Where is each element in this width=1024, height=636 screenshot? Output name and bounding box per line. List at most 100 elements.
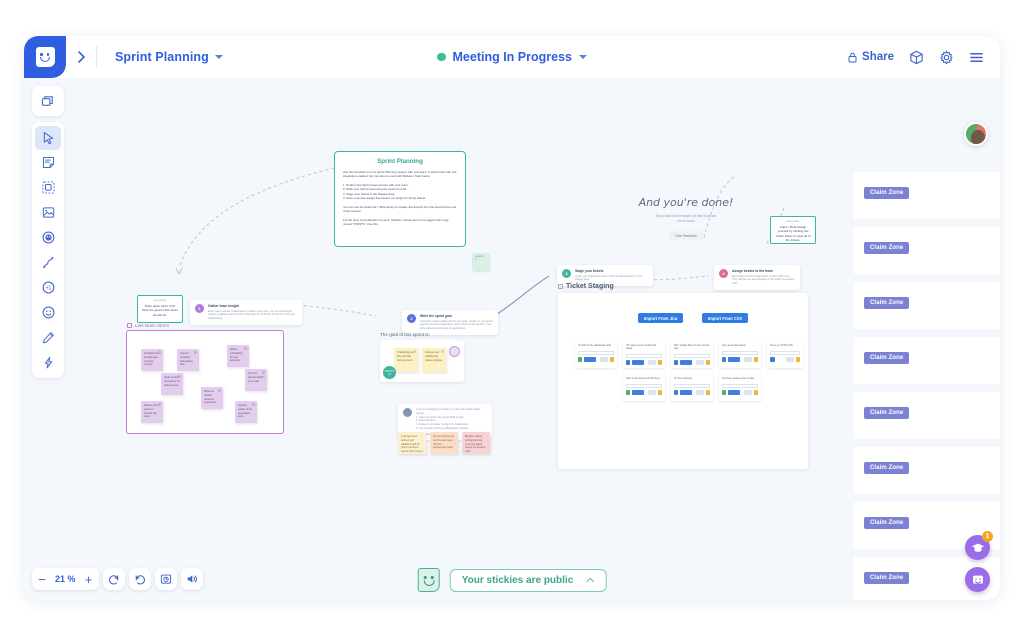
image-icon bbox=[42, 206, 55, 219]
pencil-icon bbox=[42, 331, 55, 344]
avatar-chip[interactable] bbox=[449, 346, 460, 357]
box-icon[interactable] bbox=[909, 50, 924, 65]
zoom-out-button[interactable]: − bbox=[32, 568, 52, 590]
give-feedback-button[interactable]: Give Feedback bbox=[669, 231, 702, 240]
ticket-card[interactable]: DEV: Update filters for the console logi… bbox=[671, 342, 713, 368]
sticky-note[interactable]: Reduce time spent on manual QA steps bbox=[141, 401, 163, 423]
status-dot-icon bbox=[437, 53, 446, 62]
zoom-level-value[interactable]: 21 % bbox=[52, 574, 79, 584]
zoom-in-button[interactable]: + bbox=[79, 568, 99, 590]
frame-label-ticket-staging: Ticket Staging bbox=[558, 283, 614, 290]
board-canvas[interactable]: Sprint Planning Use this template to run… bbox=[24, 78, 1000, 600]
sticky-note[interactable]: Improve and stabilize the release pipeli… bbox=[422, 348, 446, 372]
claim-zone-badge[interactable]: Claim Zone bbox=[864, 242, 909, 254]
note-yellow[interactable]: Goal has been defined and validated with… bbox=[398, 432, 426, 454]
sticky-note[interactable]: Improve quality of the automated tests bbox=[235, 401, 257, 423]
claim-zone-badge[interactable]: Claim Zone bbox=[864, 407, 909, 419]
tool-image[interactable] bbox=[35, 201, 61, 225]
expand-sidebar-button[interactable] bbox=[66, 36, 96, 78]
learning-center-button[interactable]: 1 bbox=[965, 535, 990, 560]
template-card-p2: 1. Perform the Sprint Goal exercise with… bbox=[343, 183, 457, 201]
step-card-1[interactable]: 1 Gather team insight Every team member … bbox=[190, 300, 302, 325]
step-card-4[interactable]: 4 Assign tickets to the team Each team m… bbox=[714, 265, 800, 290]
chevron-down-icon bbox=[579, 55, 587, 59]
template-card-title: Sprint Planning bbox=[343, 158, 457, 165]
sticky-note[interactable]: Onboarding and lifecycle flow improvemen… bbox=[394, 348, 418, 372]
ticket-card[interactable]: UI: Refresh the dashboard cards bbox=[575, 342, 617, 368]
frame-sprint-goal[interactable]: The goal of this sprint is: Onboarding a… bbox=[380, 340, 464, 382]
claim-zone-badge[interactable]: Claim Zone bbox=[864, 352, 909, 364]
tool-connector[interactable] bbox=[35, 251, 61, 275]
top-bar: Sprint Planning Meeting In Progress Shar… bbox=[24, 36, 1000, 78]
claim-zone-badge[interactable]: Claim Zone bbox=[864, 187, 909, 199]
step-title: Write the sprint goal bbox=[420, 314, 493, 318]
tool-stamp[interactable] bbox=[35, 226, 61, 250]
meeting-status-dropdown[interactable]: Meeting In Progress bbox=[437, 50, 587, 64]
tool-actions[interactable] bbox=[35, 351, 61, 375]
top-bar-actions: Share bbox=[848, 50, 1000, 65]
claim-zone-badge[interactable]: Claim Zone bbox=[864, 297, 909, 309]
tool-emoji[interactable] bbox=[35, 301, 61, 325]
zoom-group: − 21 % + bbox=[32, 568, 99, 590]
sticky-note[interactable]: Improve customer onboarding flow bbox=[177, 349, 199, 371]
undo-icon bbox=[108, 573, 120, 585]
tool-cursor[interactable] bbox=[35, 126, 61, 150]
ticket-card[interactable]: Clean-up of DB for BE bbox=[767, 342, 803, 368]
ticket-card[interactable]: Test flow: releases, flow models bbox=[719, 375, 761, 401]
tool-select-area[interactable] bbox=[35, 176, 61, 200]
claim-zone-row[interactable]: Claim Zone bbox=[854, 337, 1000, 384]
frame-ticket-staging[interactable]: Ticket Staging Import From Jira Import F… bbox=[558, 293, 808, 469]
brand-logo-button[interactable] bbox=[24, 36, 66, 78]
ticket-card[interactable]: Rank model defect and flow fixes bbox=[623, 375, 665, 401]
claim-zone-badge[interactable]: Claim Zone bbox=[864, 517, 909, 529]
stickies-public-dropdown[interactable]: Your stickies are public bbox=[450, 569, 607, 592]
chat-button[interactable] bbox=[965, 567, 990, 592]
frames-icon bbox=[41, 94, 56, 109]
note-pink[interactable]: Blockers raised during planning must be … bbox=[462, 432, 490, 454]
claim-zone-row[interactable]: Claim Zone bbox=[854, 282, 1000, 329]
sticky-note[interactable]: Refine onboarding for new accounts bbox=[227, 345, 249, 367]
avatar[interactable] bbox=[964, 122, 988, 146]
ticket-card[interactable]: UX: Clean-up the modals and states bbox=[623, 342, 665, 368]
import-from-csv-button[interactable]: Import From CSV bbox=[702, 313, 748, 323]
ticket-card[interactable]: UI Test: segments bbox=[671, 375, 713, 401]
lightning-icon bbox=[42, 356, 55, 369]
step-desc: Every team member collaborates to make a… bbox=[208, 310, 297, 321]
tool-vote[interactable]: +1 bbox=[35, 276, 61, 300]
everybody-note-left[interactable]: Everybody Write down what YOU think the … bbox=[137, 295, 183, 323]
points-sticky[interactable]: POINTS5 bbox=[472, 253, 489, 270]
sticky-note[interactable]: Sort out documentation in our wiki bbox=[245, 369, 267, 391]
undo-button[interactable] bbox=[103, 568, 125, 590]
tool-pen[interactable] bbox=[35, 326, 61, 350]
claim-zone-badge[interactable]: Claim Zone bbox=[864, 462, 909, 474]
import-from-jira-button[interactable]: Import From Jira bbox=[638, 313, 683, 323]
note-orange[interactable]: Review tickets and confirm estimates wit… bbox=[430, 432, 458, 454]
history-button[interactable] bbox=[155, 568, 177, 590]
claim-zone-row[interactable]: Claim Zone bbox=[854, 447, 1000, 494]
chat-bubble-icon bbox=[971, 573, 985, 587]
claim-zone-row[interactable]: Claim Zone bbox=[854, 392, 1000, 439]
claim-zone-row[interactable]: Claim Zone bbox=[854, 227, 1000, 274]
sticky-note[interactable]: Clean up the unresolved UI defect issues bbox=[161, 373, 183, 395]
done-subtext: If you liked this template (or didn't) p… bbox=[620, 214, 752, 224]
tool-frames[interactable] bbox=[32, 86, 64, 116]
hamburger-menu-icon[interactable] bbox=[969, 51, 984, 64]
sticky-note[interactable]: Write our default checkout experience bbox=[201, 387, 223, 409]
sticky-note[interactable]: Feedback we thought was not clear enough bbox=[141, 349, 163, 371]
redo-button[interactable] bbox=[129, 568, 151, 590]
ticket-card[interactable]: Sync server flow defect bbox=[719, 342, 761, 368]
everybody-note-right[interactable]: Everybody Claim / Bulk Assign yourself b… bbox=[770, 216, 816, 244]
svg-text:+1: +1 bbox=[45, 286, 51, 292]
board-title-dropdown[interactable]: Sprint Planning bbox=[115, 50, 223, 64]
board-title-label: Sprint Planning bbox=[115, 50, 209, 64]
sound-button[interactable] bbox=[181, 568, 203, 590]
tool-sticky-note[interactable] bbox=[35, 151, 61, 175]
claim-zone-badge[interactable]: Claim Zone bbox=[864, 572, 909, 584]
frame-brainstorm[interactable]: Lets Brain Storm Feedback we thought was… bbox=[126, 330, 284, 434]
template-info-card[interactable]: Sprint Planning Use this template to run… bbox=[334, 151, 466, 247]
share-button[interactable]: Share bbox=[848, 51, 894, 63]
claim-zone-row[interactable]: Claim Zone bbox=[854, 172, 1000, 219]
sound-icon bbox=[186, 573, 198, 585]
points-chip[interactable]: POINTS 13 bbox=[383, 366, 396, 379]
gear-icon[interactable] bbox=[939, 50, 954, 65]
